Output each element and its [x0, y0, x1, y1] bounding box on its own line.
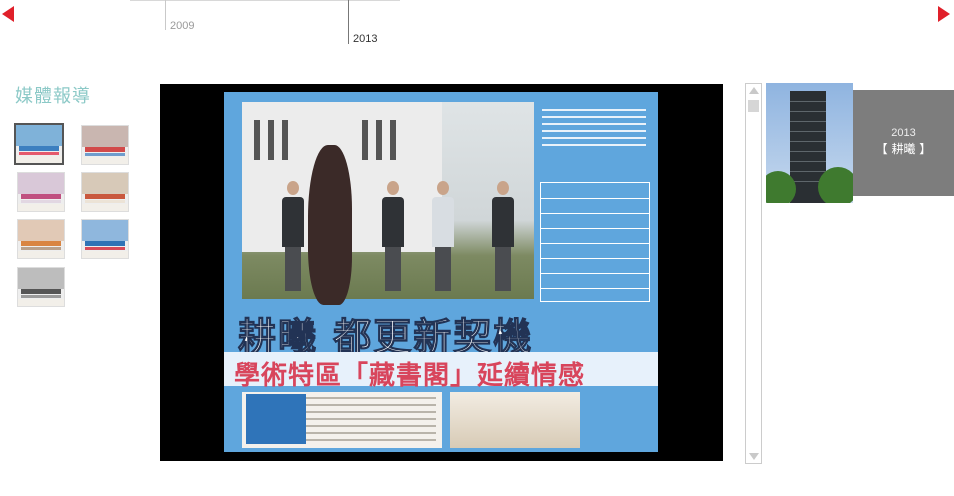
project-card[interactable]: 2013 【 耕曦 】: [853, 90, 954, 196]
thumbnail-3[interactable]: [17, 172, 65, 212]
thumbnail-7[interactable]: [17, 267, 65, 307]
newspaper-clipping: 耕曦 都更新契機 學術特區「藏書閣」延續情感: [224, 92, 658, 452]
project-thumbnail[interactable]: [766, 83, 853, 203]
timeline-line: [130, 0, 400, 1]
scroll-up-arrow-icon[interactable]: [749, 87, 759, 94]
prev-arrow-icon[interactable]: [2, 6, 14, 22]
thumbnail-5[interactable]: [17, 219, 65, 259]
project-year: 2013: [891, 127, 916, 139]
scroll-thumb[interactable]: [748, 100, 759, 112]
thumbnail-2[interactable]: [81, 125, 129, 165]
article-side-column: [584, 392, 654, 448]
thumbnail-6[interactable]: [81, 219, 129, 259]
article-viewer: 耕曦 都更新契機 學術特區「藏書閣」延續情感: [160, 84, 723, 461]
thumbnail-1[interactable]: [14, 123, 64, 165]
article-subhead: 學術特區「藏書閣」延續情感: [234, 361, 586, 391]
section-title: 媒體報導: [15, 86, 91, 107]
year-tick-2009: [165, 0, 166, 30]
thumbnail-4[interactable]: [81, 172, 129, 212]
article-caption-block: [542, 104, 646, 164]
year-tick-2013: [348, 0, 349, 44]
year-2013-link[interactable]: 2013: [353, 33, 377, 45]
next-arrow-icon[interactable]: [938, 6, 950, 22]
article-photo: [242, 102, 534, 305]
project-list-scrollbar[interactable]: [745, 83, 762, 464]
project-name: 【 耕曦 】: [875, 142, 932, 156]
interior-photo: [450, 392, 580, 448]
year-2009-link[interactable]: 2009: [170, 20, 194, 32]
building-sketch: [540, 182, 650, 302]
scroll-down-arrow-icon[interactable]: [749, 453, 759, 460]
sculpture: [308, 145, 352, 305]
article-sidebar-box: [246, 394, 306, 444]
